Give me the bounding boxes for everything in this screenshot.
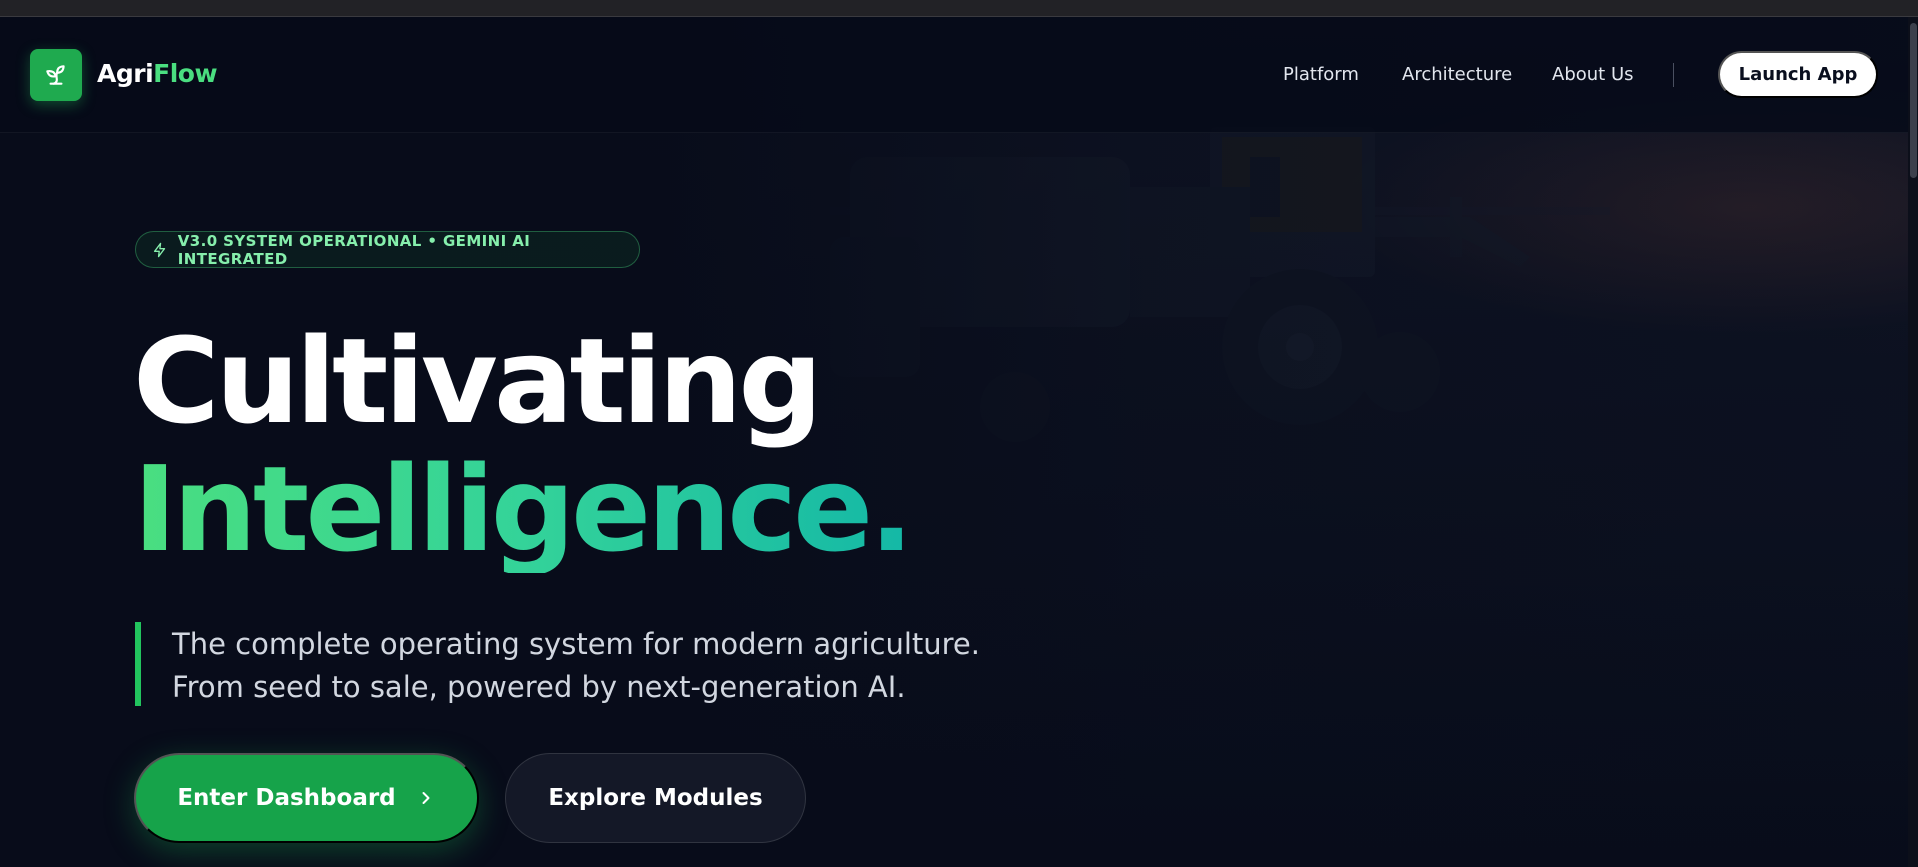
top-navbar: AgriFlow Platform Architecture About Us … (0, 17, 1908, 133)
enter-dashboard-label: Enter Dashboard (177, 785, 396, 811)
enter-dashboard-button[interactable]: Enter Dashboard (134, 753, 479, 843)
hero-headline-line2: Intelligence. (133, 440, 914, 578)
tagline-accent-bar (135, 622, 141, 706)
nav-link-architecture[interactable]: Architecture (1402, 64, 1512, 85)
zap-icon (153, 242, 166, 257)
status-text: V3.0 SYSTEM OPERATIONAL • GEMINI AI INTE… (177, 231, 531, 268)
status-badge: V3.0 SYSTEM OPERATIONAL • GEMINI AI INTE… (135, 231, 640, 268)
landing-page: AgriFlow Platform Architecture About Us … (0, 17, 1908, 867)
scrollbar-thumb[interactable] (1910, 23, 1917, 178)
nav-link-about-us[interactable]: About Us (1552, 64, 1634, 85)
nav-link-platform[interactable]: Platform (1283, 64, 1359, 85)
nav-divider (1673, 63, 1674, 87)
launch-app-button[interactable]: Launch App (1718, 51, 1878, 98)
explore-modules-button[interactable]: Explore Modules (505, 753, 806, 843)
tagline-line1: The complete operating system for modern… (172, 627, 980, 661)
hero-tagline: The complete operating system for modern… (172, 623, 980, 709)
brand-name-part1: Agri (97, 59, 154, 88)
brand-name[interactable]: AgriFlow (97, 59, 218, 88)
sprout-icon (46, 65, 65, 85)
browser-top-strip (0, 0, 1918, 17)
logo-badge[interactable] (30, 49, 82, 101)
tagline-line2: From seed to sale, powered by next-gener… (172, 670, 906, 704)
hero-headline-line1: Cultivating (133, 312, 823, 450)
brand-name-part2: Flow (153, 59, 218, 88)
chevron-right-icon (422, 792, 430, 804)
